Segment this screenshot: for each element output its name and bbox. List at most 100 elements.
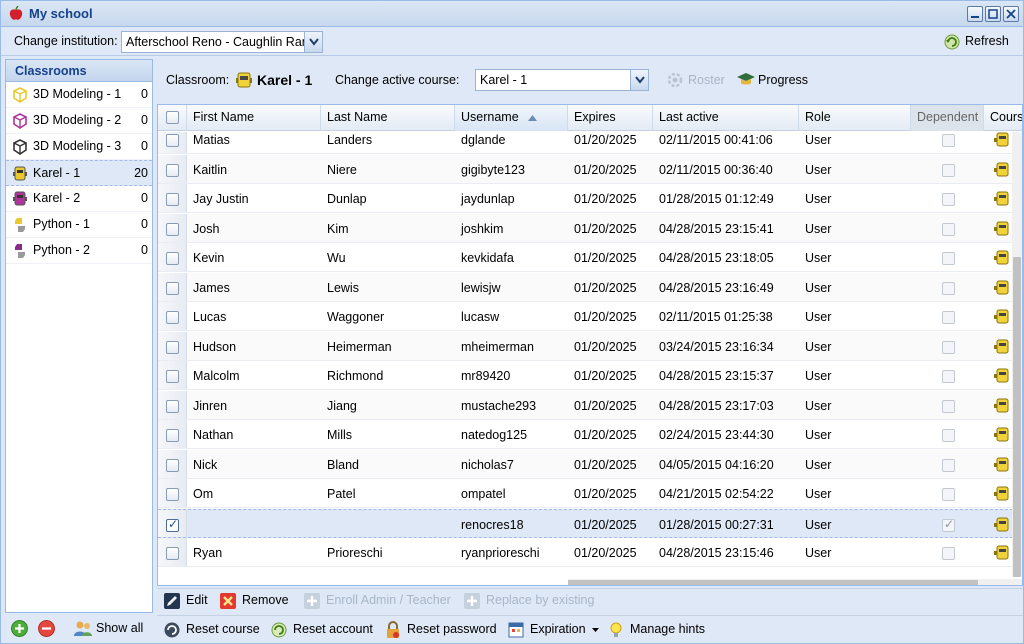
table-row[interactable]: Ryan Prioreschi ryanprioreschi 01/20/2025 04… xyxy=(158,538,1013,567)
row-selector[interactable] xyxy=(158,243,187,271)
table-row[interactable]: Matias Landers dglande 01/20/2025 02/11/2015… xyxy=(158,132,1013,154)
karel-robot-icon[interactable] xyxy=(993,397,1011,415)
column-last-name[interactable]: Last Name xyxy=(321,105,455,131)
row-select-checkbox[interactable] xyxy=(166,458,179,472)
row-selector[interactable] xyxy=(158,184,187,212)
row-select-checkbox[interactable] xyxy=(166,488,179,501)
column-course[interactable]: Cours xyxy=(984,105,1022,131)
table-row[interactable]: Jinren Jiang mustache293 01/20/2025 04/28/20… xyxy=(158,390,1013,420)
edit-button[interactable]: Edit xyxy=(163,592,215,610)
column-last-active[interactable]: Last active xyxy=(653,105,799,131)
karel-robot-icon[interactable] xyxy=(993,485,1011,503)
table-row[interactable]: Nathan Mills natedog125 01/20/2025 02/24/201… xyxy=(158,420,1013,449)
classroom-item[interactable]: 3D Modeling - 1 0 xyxy=(6,82,152,108)
karel-robot-icon[interactable] xyxy=(993,161,1011,179)
karel-robot-icon[interactable] xyxy=(993,516,1011,534)
table-row[interactable]: James Lewis lewisjw 01/20/2025 04/28/2015 23… xyxy=(158,272,1013,302)
close-button[interactable] xyxy=(1003,6,1019,22)
table-row[interactable]: Lucas Waggoner lucasw 01/20/2025 02/11/2015 … xyxy=(158,302,1013,331)
karel-robot-icon[interactable] xyxy=(993,249,1011,267)
karel-robot-icon[interactable] xyxy=(993,456,1011,474)
remove-button[interactable]: Remove xyxy=(219,592,291,610)
table-row[interactable]: Jay Justin Dunlap jaydunlap 01/20/2025 01/28… xyxy=(158,184,1013,213)
row-select-checkbox[interactable] xyxy=(166,340,179,354)
row-selector[interactable] xyxy=(158,390,187,419)
horizontal-scroll-thumb[interactable] xyxy=(568,580,978,585)
row-selector[interactable] xyxy=(158,361,187,389)
row-selector[interactable] xyxy=(158,213,187,242)
maximize-button[interactable] xyxy=(985,6,1001,22)
refresh-button[interactable]: Refresh xyxy=(943,33,1013,51)
row-select-checkbox[interactable] xyxy=(166,163,179,177)
row-select-checkbox[interactable] xyxy=(166,252,179,265)
remove-classroom-button[interactable] xyxy=(38,620,55,637)
institution-dropdown-trigger[interactable] xyxy=(304,32,322,52)
grid-vertical-scrollbar[interactable] xyxy=(1012,132,1022,577)
row-selector[interactable] xyxy=(158,449,187,478)
classroom-item[interactable]: 3D Modeling - 3 0 xyxy=(6,134,152,160)
column-username[interactable]: Username xyxy=(455,105,568,131)
select-all-checkbox[interactable] xyxy=(166,111,179,124)
show-all-button[interactable]: Show all xyxy=(73,620,153,638)
roster-button[interactable]: Roster xyxy=(666,71,736,91)
karel-robot-icon[interactable] xyxy=(993,279,1011,297)
karel-robot-icon[interactable] xyxy=(993,426,1011,444)
table-row[interactable]: Om Patel ompatel 01/20/2025 04/21/2015 02:54… xyxy=(158,479,1013,508)
reset-account-button[interactable]: Reset account xyxy=(270,621,376,639)
expiration-menu-button[interactable]: Expiration xyxy=(507,621,599,639)
row-select-checkbox[interactable] xyxy=(166,517,179,532)
classroom-item[interactable]: Python - 1 0 xyxy=(6,212,152,238)
table-row[interactable]: Nick Bland nicholas7 01/20/2025 04/05/2015 0… xyxy=(158,449,1013,479)
column-expires[interactable]: Expires xyxy=(568,105,653,131)
classroom-item[interactable]: Karel - 1 20 xyxy=(6,160,152,186)
row-selector[interactable] xyxy=(158,302,187,330)
course-dropdown-trigger[interactable] xyxy=(630,70,648,90)
institution-select[interactable]: Afterschool Reno - Caughlin Ranch xyxy=(121,31,323,53)
progress-button[interactable]: Progress xyxy=(736,71,816,91)
table-row[interactable]: Josh Kim joshkim 01/20/2025 04/28/2015 23:15… xyxy=(158,213,1013,243)
row-select-checkbox[interactable] xyxy=(166,547,179,560)
classroom-item[interactable]: Karel - 2 0 xyxy=(6,186,152,212)
row-select-checkbox[interactable] xyxy=(166,193,179,206)
table-row[interactable]: Malcolm Richmond mr89420 01/20/2025 04/28/20… xyxy=(158,361,1013,390)
row-select-checkbox[interactable] xyxy=(166,311,179,324)
karel-robot-icon[interactable] xyxy=(993,220,1011,238)
row-selector[interactable] xyxy=(158,154,187,183)
grid-horizontal-scrollbar[interactable] xyxy=(568,579,1022,585)
classroom-item[interactable]: Python - 2 0 xyxy=(6,238,152,264)
row-select-checkbox[interactable] xyxy=(166,134,179,147)
minimize-button[interactable] xyxy=(967,6,983,22)
row-select-checkbox[interactable] xyxy=(166,281,179,295)
table-row[interactable]: Kevin Wu kevkidafa 01/20/2025 04/28/2015 23:… xyxy=(158,243,1013,272)
course-select[interactable]: Karel - 1 xyxy=(475,69,649,91)
reset-password-button[interactable]: Reset password xyxy=(384,621,498,639)
row-selector[interactable] xyxy=(158,132,187,153)
enroll-admin-teacher-button[interactable]: Enroll Admin / Teacher xyxy=(303,592,453,610)
row-select-checkbox[interactable] xyxy=(166,429,179,442)
classroom-item[interactable]: 3D Modeling - 2 0 xyxy=(6,108,152,134)
column-first-name[interactable]: First Name xyxy=(187,105,321,131)
karel-robot-icon[interactable] xyxy=(993,544,1011,562)
row-select-checkbox[interactable] xyxy=(166,222,179,236)
row-selector[interactable] xyxy=(158,509,187,537)
row-selector[interactable] xyxy=(158,420,187,448)
add-classroom-button[interactable] xyxy=(11,620,28,637)
row-selector[interactable] xyxy=(158,538,187,566)
table-row[interactable]: Kaitlin Niere gigibyte123 01/20/2025 02/11/2… xyxy=(158,154,1013,184)
column-dependent[interactable]: Dependent xyxy=(911,105,984,131)
reset-course-button[interactable]: Reset course xyxy=(163,621,263,639)
row-selector[interactable] xyxy=(158,479,187,507)
manage-hints-button[interactable]: Manage hints xyxy=(607,621,717,639)
row-selector[interactable] xyxy=(158,272,187,301)
column-role[interactable]: Role xyxy=(799,105,911,131)
karel-robot-icon[interactable] xyxy=(993,338,1011,356)
row-select-checkbox[interactable] xyxy=(166,399,179,413)
karel-robot-icon[interactable] xyxy=(993,132,1011,149)
row-select-checkbox[interactable] xyxy=(166,370,179,383)
karel-robot-icon[interactable] xyxy=(993,367,1011,385)
table-row[interactable]: renocres18 01/20/2025 01/28/2015 00:27:31 U… xyxy=(158,508,1013,538)
replace-by-existing-button[interactable]: Replace by existing xyxy=(463,592,603,610)
vertical-scroll-thumb[interactable] xyxy=(1013,257,1021,577)
karel-robot-icon[interactable] xyxy=(993,308,1011,326)
table-row[interactable]: Hudson Heimerman mheimerman 01/20/2025 03/24… xyxy=(158,331,1013,361)
